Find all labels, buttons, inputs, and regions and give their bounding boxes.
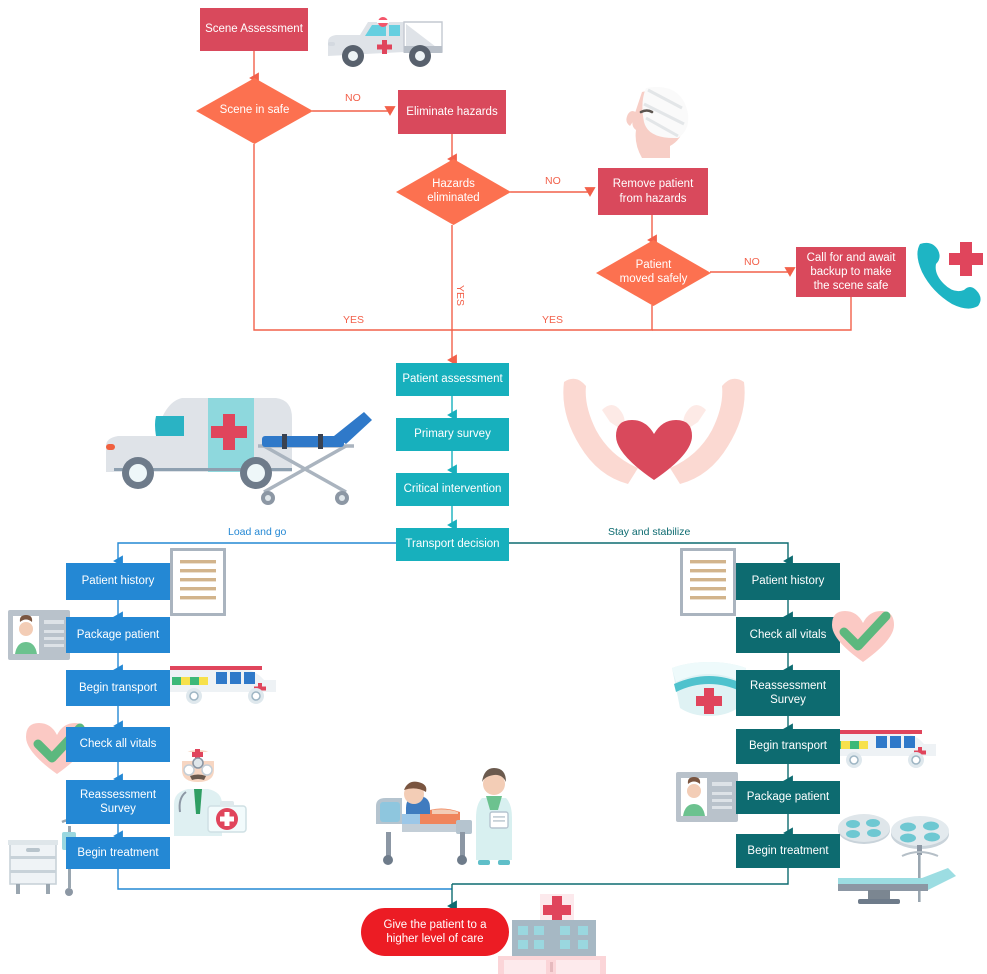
node-right-check-all-vitals[interactable]: Check all vitals [736, 617, 840, 653]
node-left-begin-transport[interactable]: Begin transport [66, 670, 170, 706]
id-badge-icon [8, 610, 70, 660]
node-label: Check all vitals [749, 628, 827, 641]
doctor-kit-icon [174, 749, 247, 836]
node-label: Reassessment Survey [79, 788, 157, 815]
flowchart-canvas: Scene Assessment Scene in safe Eliminate… [0, 0, 987, 974]
ambulance-van-icon [830, 730, 936, 768]
node-left-check-all-vitals[interactable]: Check all vitals [66, 727, 170, 762]
node-label: Scene Assessment [205, 23, 303, 36]
surgery-lamp-icon [838, 814, 956, 904]
node-label: Begin treatment [747, 844, 829, 857]
node-right-begin-treatment[interactable]: Begin treatment [736, 834, 840, 868]
node-label: Patient history [81, 575, 155, 588]
node-label: Critical intervention [403, 483, 502, 496]
edge-label-yes-left: YES [343, 314, 365, 326]
node-label: Reassessment Survey [749, 679, 827, 706]
node-label: Package patient [746, 791, 830, 804]
edge-transport-stay-stabilize [508, 542, 793, 567]
edge-label-yes-center: YES [454, 285, 466, 307]
edge-label-no-3: NO [744, 256, 760, 268]
node-label: Patient assessment [402, 373, 503, 386]
node-label: Patient moved safely [619, 259, 688, 285]
node-label: Call for and await backup to make the scen… [806, 251, 896, 292]
hospital-building-icon [498, 894, 606, 974]
node-label: Begin transport [79, 681, 157, 694]
id-badge-icon [676, 772, 738, 822]
edge-label-yes-right: YES [542, 314, 564, 326]
hospital-bed-icon [376, 768, 512, 865]
decision-scene-in-safe[interactable]: Scene in safe [196, 78, 313, 144]
ambulance-van-icon [170, 666, 276, 704]
node-left-package-patient[interactable]: Package patient [66, 617, 170, 653]
clipboard-document-icon [170, 548, 226, 616]
node-scene-assessment[interactable]: Scene Assessment [200, 8, 308, 51]
edge-label-load-and-go: Load and go [228, 526, 287, 538]
edge-transport-load-and-go [113, 542, 398, 567]
node-eliminate-hazards[interactable]: Eliminate hazards [398, 90, 506, 134]
hands-heart-icon [563, 378, 745, 484]
edge-label-no-2: NO [545, 175, 561, 187]
node-label: Hazards eliminated [427, 178, 480, 204]
node-label: Transport decision [405, 538, 500, 551]
node-right-reassessment-survey[interactable]: Reassessment Survey [736, 670, 840, 716]
node-right-package-patient[interactable]: Package patient [736, 781, 840, 814]
ambulance-pickup-icon [328, 17, 443, 67]
decision-patient-moved-safely[interactable]: Patient moved safely [596, 240, 711, 306]
node-critical-intervention[interactable]: Critical intervention [396, 473, 509, 506]
heart-check-icon [832, 611, 894, 662]
node-label: Scene in safe [219, 104, 290, 117]
node-primary-survey[interactable]: Primary survey [396, 418, 509, 451]
node-call-for-backup[interactable]: Call for and await backup to make the scen… [796, 247, 906, 297]
node-transport-decision[interactable]: Transport decision [396, 528, 509, 561]
node-right-begin-transport[interactable]: Begin transport [736, 729, 840, 764]
node-patient-assessment[interactable]: Patient assessment [396, 363, 509, 396]
emergency-phone-icon [917, 242, 983, 309]
node-label: Begin treatment [77, 846, 159, 859]
node-label: Package patient [76, 628, 160, 641]
node-left-reassessment-survey[interactable]: Reassessment Survey [66, 780, 170, 824]
decision-hazards-eliminated[interactable]: Hazards eliminated [396, 159, 511, 225]
clipboard-document-icon [680, 548, 736, 616]
ambulance-gurney-icon [106, 398, 372, 505]
node-label: Check all vitals [79, 738, 157, 751]
node-label: Remove patient from hazards [612, 178, 694, 205]
node-left-patient-history[interactable]: Patient history [66, 563, 170, 600]
node-label: Give the patient to a higher level of car… [383, 918, 487, 945]
node-label: Primary survey [414, 428, 491, 441]
bandaged-head-icon [626, 87, 689, 158]
node-label: Patient history [751, 575, 825, 588]
node-right-patient-history[interactable]: Patient history [736, 563, 840, 600]
edge-label-no-1: NO [345, 92, 361, 104]
node-left-begin-treatment[interactable]: Begin treatment [66, 837, 170, 869]
node-terminal-higher-level-of-care[interactable]: Give the patient to a higher level of car… [361, 908, 509, 956]
node-label: Begin transport [749, 740, 827, 753]
edge-label-stay-and-stabilize: Stay and stabilize [608, 526, 691, 538]
node-label: Eliminate hazards [406, 105, 498, 118]
node-remove-patient-from-hazards[interactable]: Remove patient from hazards [598, 168, 708, 215]
